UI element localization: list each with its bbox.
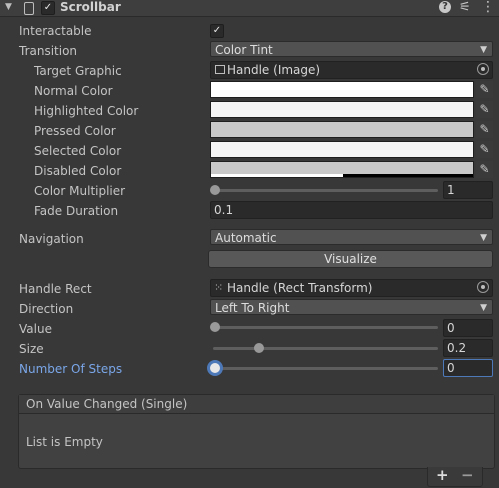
dropdown-arrow-icon: ▼ — [480, 303, 487, 313]
transition-value: Color Tint — [215, 43, 273, 57]
foldout-arrow-icon[interactable]: ▼ — [5, 2, 12, 12]
direction-dropdown[interactable]: Left To Right ▼ — [210, 299, 493, 315]
color-multiplier-field[interactable]: 1 — [443, 181, 493, 199]
transition-label: Transition — [19, 44, 78, 58]
component-header: ▼ ✓ Scrollbar ? ⚟ ⋮ — [0, 0, 499, 17]
transition-dropdown[interactable]: Color Tint ▼ — [210, 41, 493, 57]
color-multiplier-value: 1 — [447, 183, 455, 197]
highlighted-color-swatch[interactable] — [210, 101, 474, 118]
rect-transform-icon: ⁙ — [214, 281, 224, 294]
selected-color-label: Selected Color — [34, 144, 122, 158]
navigation-dropdown[interactable]: Automatic ▼ — [210, 229, 493, 245]
target-graphic-value: Handle (Image) — [227, 63, 321, 77]
visualize-button[interactable]: Visualize — [208, 250, 493, 268]
alpha-bar — [211, 174, 343, 177]
eyedropper-icon[interactable]: ✎ — [476, 161, 493, 178]
value-slider-thumb[interactable] — [210, 322, 220, 332]
value-slider-track[interactable] — [213, 326, 438, 329]
color-multiplier-slider-track[interactable] — [213, 189, 438, 192]
dropdown-arrow-icon: ▼ — [480, 45, 487, 55]
eyedropper-icon[interactable]: ✎ — [476, 81, 493, 98]
remove-button[interactable]: − — [461, 466, 474, 484]
handle-rect-field[interactable]: ⁙ Handle (Rect Transform) — [210, 279, 493, 297]
preset-icon[interactable]: ⚟ — [459, 0, 471, 15]
size-label: Size — [19, 342, 44, 356]
fade-duration-label: Fade Duration — [34, 204, 119, 218]
interactable-label: Interactable — [19, 24, 92, 38]
event-title: On Value Changed (Single) — [26, 397, 188, 411]
highlighted-color-label: Highlighted Color — [34, 104, 139, 118]
object-picker-icon[interactable] — [477, 281, 489, 293]
size-value: 0.2 — [447, 341, 467, 355]
direction-value: Left To Right — [215, 301, 290, 315]
event-empty-text: List is Empty — [26, 435, 103, 449]
fade-duration-field[interactable]: 0.1 — [210, 201, 493, 219]
image-icon — [215, 65, 225, 74]
eyedropper-icon[interactable]: ✎ — [476, 141, 493, 158]
handle-rect-value: Handle (Rect Transform) — [227, 281, 373, 295]
script-icon — [24, 2, 34, 15]
direction-label: Direction — [19, 302, 74, 316]
eyedropper-icon[interactable]: ✎ — [476, 101, 493, 118]
component-title: Scrollbar — [60, 0, 121, 14]
value-value: 0 — [447, 321, 455, 335]
target-graphic-label: Target Graphic — [34, 64, 122, 78]
pressed-color-label: Pressed Color — [34, 124, 116, 138]
navigation-label: Navigation — [19, 232, 84, 246]
component-enabled-checkbox[interactable]: ✓ — [41, 1, 55, 15]
target-graphic-field[interactable]: Handle (Image) — [210, 61, 493, 79]
object-picker-icon[interactable] — [477, 63, 489, 75]
number-of-steps-label: Number Of Steps — [19, 362, 123, 376]
add-button[interactable]: + — [436, 466, 449, 484]
disabled-color-label: Disabled Color — [34, 164, 122, 178]
on-value-changed-event: On Value Changed (Single) List is Empty — [18, 394, 495, 469]
steps-slider-thumb[interactable] — [207, 360, 223, 376]
fade-duration-value: 0.1 — [214, 203, 234, 217]
size-field[interactable]: 0.2 — [443, 339, 493, 357]
normal-color-swatch[interactable] — [210, 81, 474, 98]
value-field[interactable]: 0 — [443, 319, 493, 337]
size-slider-thumb[interactable] — [254, 343, 264, 353]
eyedropper-icon[interactable]: ✎ — [476, 121, 493, 138]
selected-color-swatch[interactable] — [210, 141, 474, 158]
dropdown-arrow-icon: ▼ — [480, 233, 487, 243]
navigation-value: Automatic — [215, 231, 277, 245]
interactable-checkbox[interactable]: ✓ — [210, 24, 224, 38]
value-label: Value — [19, 322, 52, 336]
steps-value: 0 — [447, 361, 455, 375]
context-menu-icon[interactable]: ⋮ — [481, 0, 495, 15]
steps-field[interactable]: 0 — [443, 359, 493, 377]
disabled-color-swatch[interactable] — [210, 161, 474, 178]
color-multiplier-slider-thumb[interactable] — [210, 185, 220, 195]
event-header: On Value Changed (Single) — [19, 395, 494, 414]
normal-color-label: Normal Color — [34, 84, 113, 98]
alpha-bar-remainder — [343, 174, 473, 177]
size-slider-track[interactable] — [213, 347, 438, 350]
pressed-color-swatch[interactable] — [210, 121, 474, 138]
help-icon[interactable]: ? — [439, 1, 451, 13]
color-multiplier-label: Color Multiplier — [34, 184, 126, 198]
handle-rect-label: Handle Rect — [19, 282, 92, 296]
steps-slider-track[interactable] — [213, 367, 438, 370]
event-list-footer: + − — [427, 466, 483, 487]
